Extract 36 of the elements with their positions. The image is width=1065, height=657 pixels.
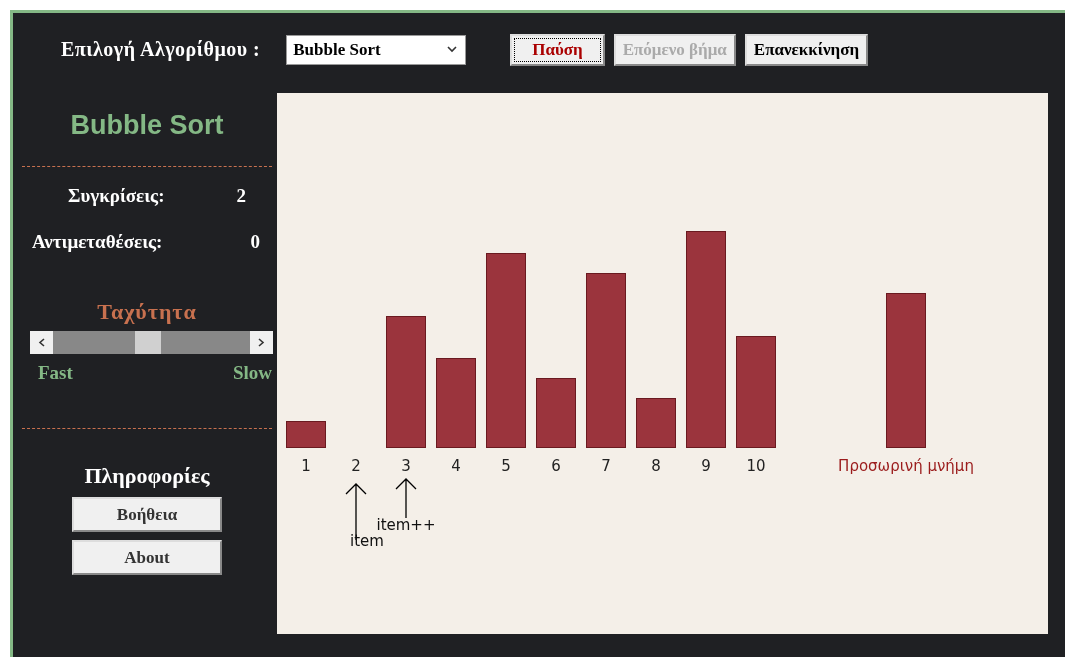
algorithm-title: Bubble Sort [70, 110, 224, 142]
speed-title: Ταχύτητα [97, 299, 197, 325]
index-label: 10 [746, 457, 766, 475]
info-title: Πληροφορίες [84, 463, 210, 489]
pointer-label: item [350, 532, 384, 550]
index-label: 3 [401, 457, 411, 475]
speed-slider[interactable] [29, 331, 273, 354]
stat-label: Αντιμεταθέσεις: [32, 231, 163, 253]
algorithm-label: Επιλογή Αλγορίθμου : [61, 38, 261, 61]
index-label: 9 [701, 457, 711, 475]
pointer-label: item++ [376, 516, 436, 534]
slow-label: Slow [232, 362, 272, 384]
index-label: 7 [601, 457, 611, 475]
chevron-down-icon [447, 46, 458, 53]
algorithm-dropdown[interactable]: Bubble Sort [286, 34, 467, 65]
stat-label: Συγκρίσεις: [68, 185, 165, 207]
index-label: 6 [551, 457, 561, 475]
left-arrow-button[interactable] [29, 331, 53, 354]
chevron-right-icon [257, 338, 265, 347]
index-label: 2 [351, 457, 361, 475]
up-arrow-icon [394, 478, 418, 518]
index-label: 1 [301, 457, 311, 475]
temp-label: Προσωρινή μνήμη [838, 457, 974, 475]
info-button[interactable]: Βοήθεια [72, 497, 222, 532]
index-label: 8 [651, 457, 661, 475]
stat-value: 2 [236, 185, 246, 207]
index-label: 4 [451, 457, 461, 475]
toolbar-button[interactable]: Παύση [510, 33, 605, 66]
stat-value: 0 [250, 231, 260, 253]
slider-thumb[interactable] [134, 331, 161, 354]
chevron-left-icon [37, 338, 45, 347]
right-arrow-button[interactable] [249, 331, 273, 354]
toolbar-button[interactable]: Επανεκκίνηση [744, 33, 869, 66]
fast-label: Fast [38, 362, 73, 384]
info-button[interactable]: About [72, 540, 222, 575]
index-label: 5 [501, 457, 511, 475]
